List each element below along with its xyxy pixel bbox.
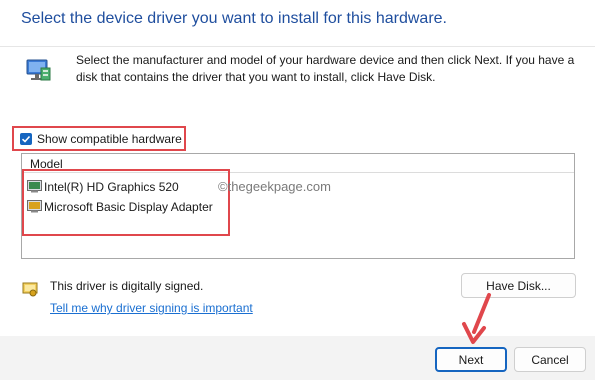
watermark-text: ©thegeekpage.com xyxy=(218,179,331,194)
hardware-icon xyxy=(24,56,52,84)
cancel-button[interactable]: Cancel xyxy=(514,347,586,372)
header-divider xyxy=(0,46,595,47)
next-button[interactable]: Next xyxy=(435,347,507,372)
model-items-highlight xyxy=(22,169,230,236)
checkmark-icon xyxy=(21,135,31,143)
signed-driver-icon xyxy=(22,282,38,297)
dialog-header: Select the device driver you want to ins… xyxy=(0,0,595,46)
compatible-hardware-highlight: Show compatible hardware xyxy=(12,126,186,151)
dialog-title: Select the device driver you want to ins… xyxy=(21,10,447,27)
driver-signing-link[interactable]: Tell me why driver signing is important xyxy=(50,301,253,315)
show-compatible-label[interactable]: Show compatible hardware xyxy=(37,132,182,146)
pointer-arrow-icon xyxy=(462,293,491,344)
instructions-text: Select the manufacturer and model of you… xyxy=(76,53,575,84)
signing-status-text: This driver is digitally signed. xyxy=(50,279,204,293)
show-compatible-checkbox[interactable] xyxy=(20,133,32,145)
